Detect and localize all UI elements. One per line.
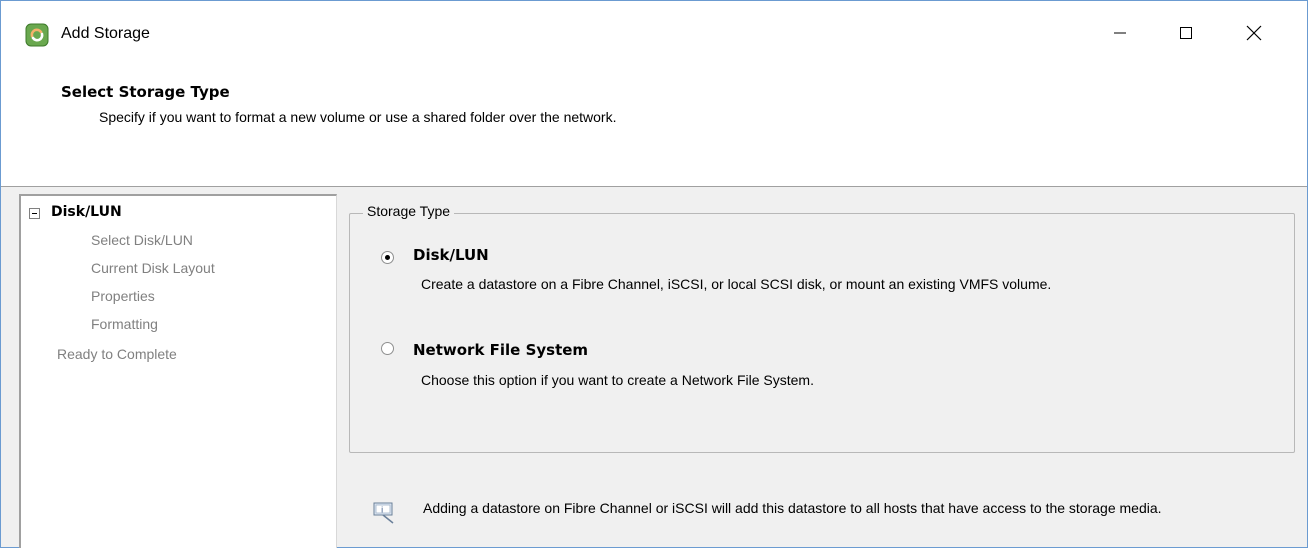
nav-item-properties[interactable]: Properties <box>91 288 155 304</box>
maximize-button[interactable] <box>1163 15 1209 55</box>
info-message: Adding a datastore on Fibre Channel or i… <box>423 500 1162 516</box>
page-title: Select Storage Type <box>61 83 230 101</box>
network-file-system-option-label[interactable]: Network File System <box>413 341 588 359</box>
disk-lun-radio[interactable] <box>381 251 394 264</box>
minimize-button[interactable] <box>1097 15 1143 55</box>
minimize-icon <box>1113 26 1127 44</box>
network-file-system-option-description: Choose this option if you want to create… <box>421 372 814 388</box>
nav-item-select-disk-lun[interactable]: Select Disk/LUN <box>91 232 193 248</box>
collapse-expander[interactable] <box>29 208 40 219</box>
vsphere-add-storage-icon <box>25 23 49 47</box>
nav-item-formatting[interactable]: Formatting <box>91 316 158 332</box>
maximize-icon <box>1179 26 1193 44</box>
title-bar[interactable]: Add Storage <box>1 1 1307 69</box>
disk-lun-option-description: Create a datastore on a Fibre Channel, i… <box>421 276 1052 292</box>
wizard-steps-nav: Disk/LUN Select Disk/LUN Current Disk La… <box>19 194 337 548</box>
storage-type-groupbox <box>349 213 1295 453</box>
disk-lun-option-label[interactable]: Disk/LUN <box>413 246 489 264</box>
window-title: Add Storage <box>61 25 150 42</box>
nav-item-ready-to-complete[interactable]: Ready to Complete <box>57 346 177 362</box>
nav-item-disk-lun[interactable]: Disk/LUN <box>51 204 122 220</box>
storage-type-legend: Storage Type <box>363 203 455 219</box>
wizard-header: Select Storage Type Specify if you want … <box>1 69 1307 187</box>
svg-text:i: i <box>381 506 383 515</box>
info-icon: i <box>373 501 399 525</box>
nav-item-current-disk-layout[interactable]: Current Disk Layout <box>91 260 215 276</box>
network-file-system-radio[interactable] <box>381 342 394 355</box>
close-icon <box>1246 25 1262 45</box>
close-button[interactable] <box>1231 15 1277 55</box>
add-storage-window: Add Storage Select Storage Type Specify … <box>0 0 1308 548</box>
page-subtitle: Specify if you want to format a new volu… <box>99 109 617 125</box>
